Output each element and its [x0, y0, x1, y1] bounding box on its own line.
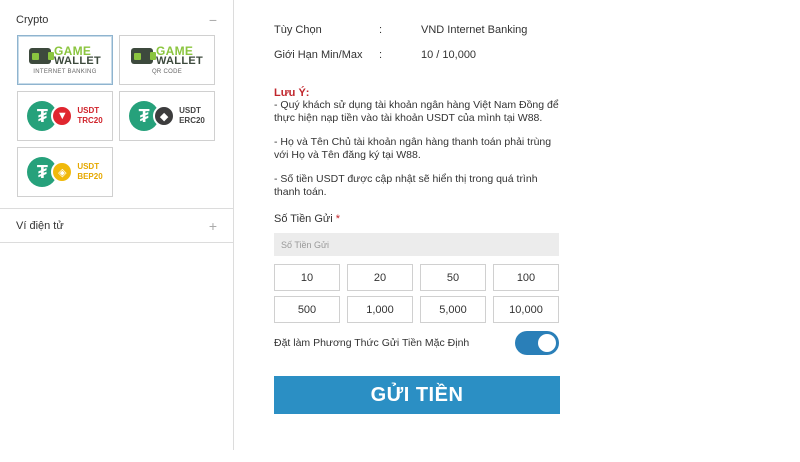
usdt-label: USDT — [77, 162, 100, 171]
submit-deposit-button[interactable]: GỬI TIỀN — [274, 376, 560, 414]
option-colon: : — [379, 24, 383, 36]
note-3: - Số tiền USDT được cập nhật sẽ hiển thị… — [274, 173, 538, 198]
logo-text-wallet: WALLET — [53, 54, 101, 67]
amount-chip-1000[interactable]: 1,000 — [347, 296, 413, 323]
expand-icon[interactable]: + — [209, 219, 217, 233]
amount-chip-20[interactable]: 20 — [347, 264, 413, 291]
amount-chip-50[interactable]: 50 — [420, 264, 486, 291]
card-usdt-bep20[interactable]: ₮ ◈ USDT BEP20 — [17, 147, 113, 197]
bnb-icon: ◈ — [51, 161, 74, 183]
crypto-section-title: Crypto — [16, 14, 49, 26]
amount-label-text: Số Tiền Gửi — [274, 213, 333, 225]
limit-key: Giới Hạn Min/Max — [274, 49, 363, 61]
divider — [0, 242, 233, 243]
ewallet-section-header[interactable]: Ví điện tử + — [0, 210, 233, 242]
note-title: Lưu Ý: — [274, 87, 310, 99]
wallet-icon — [130, 47, 156, 64]
payment-method-sidebar: Crypto − GAME WALLET INTERNET BANKING GA… — [0, 0, 234, 450]
card-game-wallet-internet-banking[interactable]: GAME WALLET INTERNET BANKING — [17, 35, 113, 85]
card-game-wallet-qr-code[interactable]: GAME WALLET QR CODE — [119, 35, 215, 85]
network-label: TRC20 — [77, 116, 103, 125]
amount-chip-10[interactable]: 10 — [274, 264, 340, 291]
network-label: BEP20 — [77, 172, 103, 181]
default-method-toggle[interactable] — [515, 331, 559, 355]
note-2: - Họ và Tên Chủ tài khoản ngân hàng than… — [274, 136, 552, 161]
card-usdt-trc20[interactable]: ₮ ▼ USDT TRC20 — [17, 91, 113, 141]
usdt-label: USDT — [179, 106, 201, 115]
amount-chip-500[interactable]: 500 — [274, 296, 340, 323]
wallet-icon — [28, 47, 54, 64]
ewallet-section-title: Ví điện tử — [16, 220, 64, 232]
limit-row: Giới Hạn Min/Max : 10 / 10,000 — [274, 49, 564, 61]
option-key: Tùy Chọn — [274, 24, 322, 36]
collapse-icon[interactable]: − — [209, 13, 217, 27]
card-subtitle: QR CODE — [151, 68, 183, 75]
network-label: ERC20 — [179, 116, 205, 125]
amount-input[interactable] — [274, 233, 559, 256]
card-subtitle: INTERNET BANKING — [33, 68, 97, 75]
amount-chip-5000[interactable]: 5,000 — [420, 296, 486, 323]
usdt-label: USDT — [77, 106, 100, 115]
limit-value: 10 / 10,000 — [421, 49, 477, 61]
option-value: VND Internet Banking — [421, 24, 528, 36]
tron-icon: ▼ — [51, 105, 74, 127]
amount-label: Số Tiền Gửi * — [274, 213, 340, 225]
crypto-section-header[interactable]: Crypto − — [0, 4, 233, 36]
default-method-label: Đặt làm Phương Thức Gửi Tiền Mặc Định — [274, 337, 470, 349]
logo-text-game: GAME — [53, 43, 92, 58]
amount-chip-10000[interactable]: 10,000 — [493, 296, 559, 323]
toggle-knob — [538, 334, 556, 352]
logo-text-wallet: WALLET — [155, 54, 203, 67]
note-1: - Quý khách sử dụng tài khoản ngân hàng … — [274, 99, 559, 124]
required-mark: * — [335, 213, 341, 225]
option-row: Tùy Chọn : VND Internet Banking — [274, 24, 564, 36]
divider — [0, 208, 233, 209]
amount-chip-100[interactable]: 100 — [493, 264, 559, 291]
game-wallet-logo: GAME WALLET INTERNET BANKING — [28, 43, 101, 75]
card-usdt-erc20[interactable]: ₮ ◆ USDT ERC20 — [119, 91, 215, 141]
game-wallet-logo: GAME WALLET QR CODE — [130, 43, 203, 75]
logo-text-game: GAME — [155, 43, 194, 58]
limit-colon: : — [379, 49, 383, 61]
ethereum-icon: ◆ — [153, 105, 176, 127]
